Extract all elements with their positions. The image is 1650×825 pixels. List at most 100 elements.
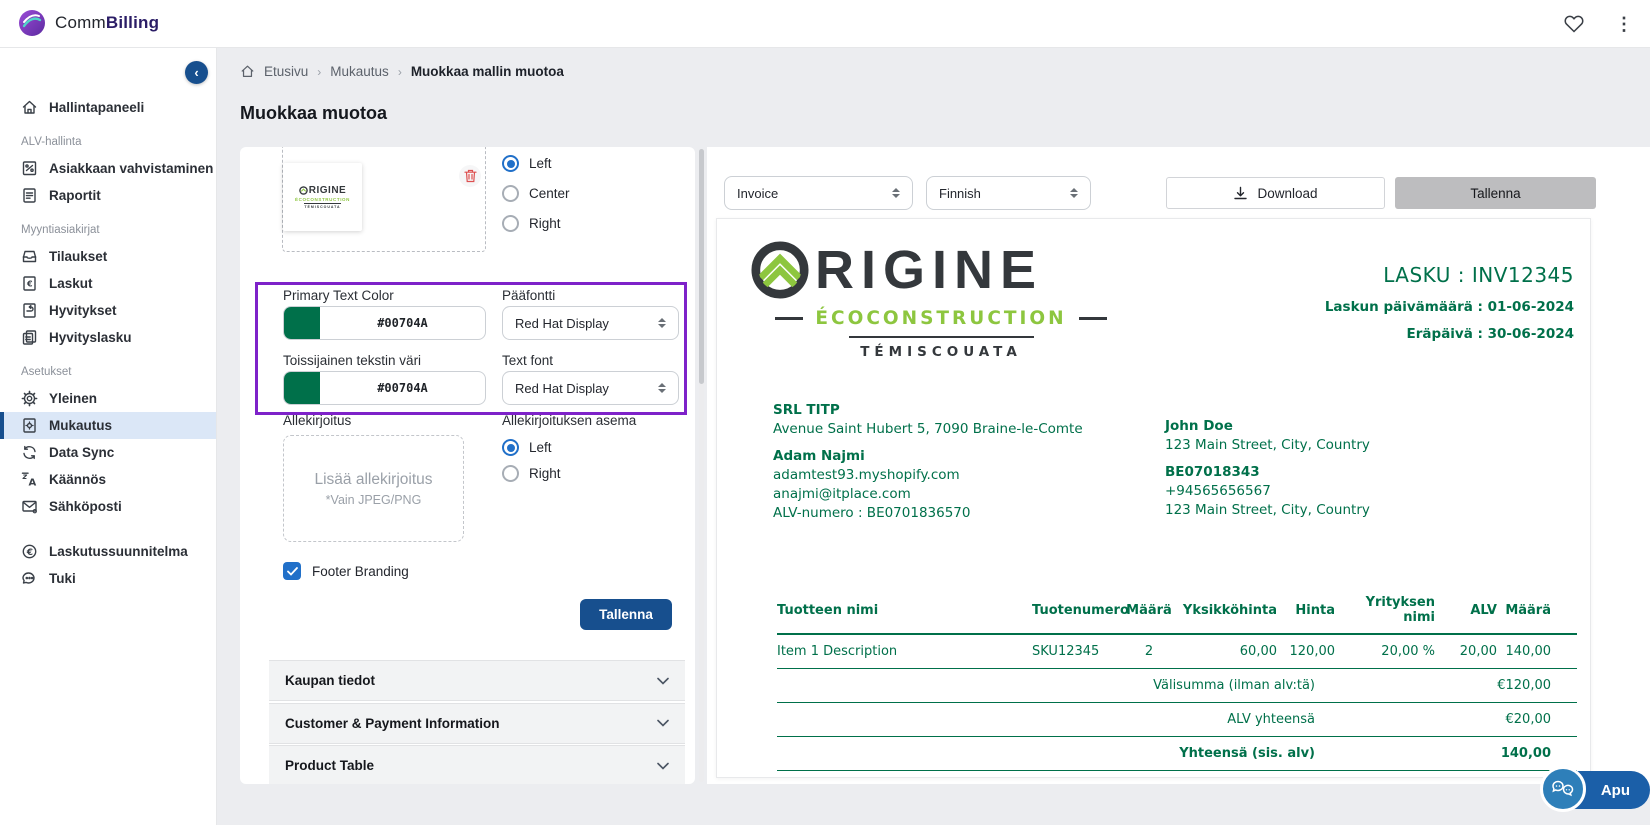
home-icon — [22, 100, 37, 114]
vat-total-value: €20,00 — [1505, 712, 1552, 727]
invoice-logo-wordmark: RIGINE — [751, 241, 1131, 299]
cell-product-name: Item 1 Description — [777, 644, 898, 659]
breadcrumb-section[interactable]: Mukautus — [330, 64, 389, 79]
logo-upload-dropzone[interactable]: RIGINE ÉCOCONSTRUCTION TÉMISCOUATA — [282, 147, 486, 252]
signature-upload-dropzone[interactable]: Lisää allekirjoitus *Vain JPEG/PNG — [283, 435, 464, 542]
refunds-icon — [23, 303, 36, 318]
breadcrumb: Etusivu › Mukautus › Muokkaa mallin muot… — [240, 64, 564, 79]
scrollbar-thumb[interactable] — [699, 149, 704, 384]
invoice-logo-region: TÉMISCOUATA — [860, 344, 1022, 360]
invoice-subtotal-row: Välisumma (ilman alv:tä) €120,00 — [777, 669, 1577, 703]
delete-logo-button[interactable] — [459, 165, 481, 187]
accordion-product-table[interactable]: Product Table — [269, 745, 685, 784]
select-arrows-icon — [892, 188, 900, 198]
brand[interactable]: CommBilling — [18, 9, 159, 37]
sidebar-item-asiakkaan-vahvistaminen[interactable]: Asiakkaan vahvistaminen — [0, 155, 216, 182]
editor-scrollbar[interactable] — [699, 149, 704, 782]
radio-label: Left — [529, 440, 552, 455]
buyer-block: John Doe 123 Main Street, City, Country … — [1165, 417, 1370, 520]
favorite-heart-icon[interactable] — [1562, 12, 1586, 36]
sidebar-item-kaannos[interactable]: zA Käännös — [0, 466, 216, 493]
thumb-logo-region: TÉMISCOUATA — [304, 203, 341, 209]
radio-icon[interactable] — [502, 465, 519, 482]
signature-pos-left[interactable]: Left — [502, 439, 561, 456]
radio-icon[interactable] — [502, 215, 519, 232]
buyer-address: 123 Main Street, City, Country — [1165, 437, 1370, 453]
sidebar-item-tuki[interactable]: Tuki — [0, 565, 216, 592]
seller-website: adamtest93.myshopify.com — [773, 467, 960, 483]
sync-icon — [23, 445, 36, 460]
accordion-label: Customer & Payment Information — [285, 715, 500, 731]
signature-label: Allekirjoitus — [283, 413, 352, 428]
radio-label: Left — [529, 156, 552, 171]
help-chat-button[interactable] — [1540, 766, 1586, 812]
breadcrumb-home[interactable]: Etusivu — [264, 64, 308, 79]
cell-price: 120,00 — [1289, 644, 1336, 659]
sidebar-collapse-button[interactable]: ‹ — [185, 61, 208, 84]
chevron-down-icon — [657, 762, 669, 770]
sidebar-item-laskutussuunnitelma[interactable]: € Laskutussuunnitelma — [0, 538, 216, 565]
invoice-due-date: Eräpäivä : 30-06-2024 — [1406, 326, 1574, 342]
sidebar-item-data-sync[interactable]: Data Sync — [0, 439, 216, 466]
footer-branding-checkbox[interactable] — [283, 562, 301, 580]
footer-branding-row[interactable]: Footer Branding — [283, 562, 409, 580]
buyer-name: John Doe — [1165, 418, 1233, 434]
language-select[interactable]: Finnish — [926, 176, 1091, 210]
cell-vat-amount: 20,00 — [1459, 644, 1497, 659]
sidebar-item-label: Asiakkaan vahvistaminen — [49, 161, 214, 176]
overflow-menu-icon[interactable]: ⋮ — [1612, 12, 1636, 36]
radio-icon[interactable] — [502, 155, 519, 172]
accordion-customer-payment[interactable]: Customer & Payment Information — [269, 702, 685, 744]
download-button[interactable]: Download — [1166, 177, 1385, 209]
signature-pos-right[interactable]: Right — [502, 465, 561, 482]
seller-vat-number: ALV-numero : BE0701836570 — [773, 505, 971, 521]
logo-align-left[interactable]: Left — [502, 155, 570, 172]
seller-email: anajmi@itplace.com — [773, 486, 911, 502]
invoice-header-right: LASKU : INV12345 Laskun päivämäärä : 01-… — [1325, 263, 1574, 342]
sidebar-item-mukautus[interactable]: Mukautus — [0, 412, 216, 439]
radio-label: Right — [529, 466, 561, 481]
accordion-label: Kaupan tiedot — [285, 673, 375, 688]
sidebar-item-laskut[interactable]: € Laskut — [0, 270, 216, 297]
preview-toolbar: Invoice Finnish Download Tallenna — [707, 147, 1650, 217]
sidebar-item-label: Hyvitykset — [49, 303, 117, 318]
sidebar-item-hyvitykset[interactable]: Hyvitykset — [0, 297, 216, 324]
sidebar-item-label: Tilaukset — [49, 249, 108, 264]
logo-align-right[interactable]: Right — [502, 215, 570, 232]
cell-vat-percent: 20,00 % — [1381, 644, 1435, 659]
sidebar-item-sahkoposti[interactable]: Sähköposti — [0, 493, 216, 520]
check-icon — [286, 566, 298, 576]
sidebar-item-label: Mukautus — [49, 418, 113, 433]
invoice-vat-total-row: ALV yhteensä €20,00 — [777, 703, 1577, 737]
sidebar-item-label: Laskutussuunnitelma — [49, 544, 188, 559]
radio-icon[interactable] — [502, 439, 519, 456]
logo-underline — [848, 336, 1034, 338]
accordion-kaupan-tiedot[interactable]: Kaupan tiedot — [269, 660, 685, 701]
footer-branding-label: Footer Branding — [312, 563, 409, 579]
radio-icon[interactable] — [502, 185, 519, 202]
download-label: Download — [1257, 185, 1318, 201]
sidebar-item-yleinen[interactable]: Yleinen — [0, 385, 216, 412]
editor-save-button[interactable]: Tallenna — [580, 599, 672, 630]
sidebar-item-label: Käännös — [49, 472, 107, 487]
breadcrumb-home-icon[interactable] — [240, 64, 255, 79]
sidebar-item-hallintapaneeli[interactable]: Hallintapaneeli — [0, 94, 216, 121]
sidebar-item-hyvityslasku[interactable]: Hyvityslasku — [0, 324, 216, 351]
subtotal-label: Välisumma (ilman alv:tä) — [1153, 678, 1315, 693]
thumb-logo-o-icon — [298, 186, 308, 195]
col-company-name: Yrityksen nimi — [1365, 595, 1435, 625]
buyer-address2: 123 Main Street, City, Country — [1165, 502, 1370, 518]
brand-logo-icon — [19, 10, 45, 36]
radio-label: Center — [529, 186, 570, 201]
sidebar-item-tilaukset[interactable]: Tilaukset — [0, 243, 216, 270]
document-type-select[interactable]: Invoice — [724, 176, 913, 210]
template-editor-panel: RIGINE ÉCOCONSTRUCTION TÉMISCOUATA Left … — [240, 147, 695, 784]
sidebar-item-raportit[interactable]: Raportit — [0, 182, 216, 209]
brand-suffix: Billing — [105, 13, 160, 32]
document-type-value: Invoice — [737, 185, 779, 201]
logo-align-center[interactable]: Center — [502, 185, 570, 202]
buyer-vat: BE07018343 — [1165, 464, 1260, 480]
preview-save-button[interactable]: Tallenna — [1395, 177, 1596, 209]
logo-dash — [1078, 317, 1107, 320]
